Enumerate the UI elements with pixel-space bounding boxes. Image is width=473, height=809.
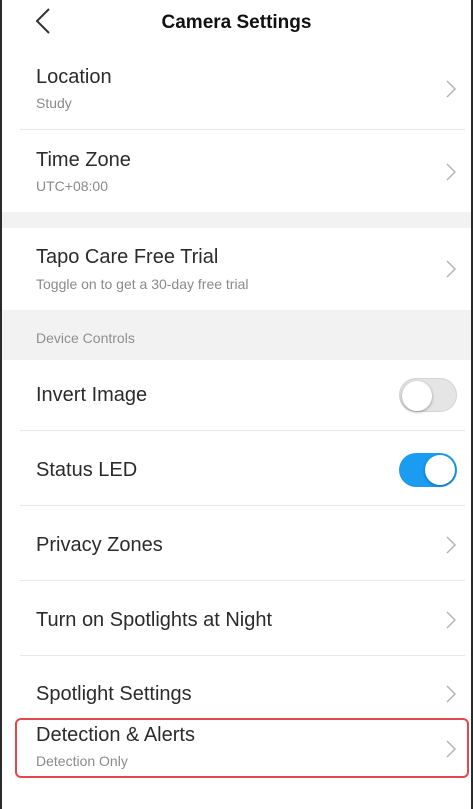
section-title-device-controls: Device Controls bbox=[36, 330, 135, 346]
status-led-label: Status LED bbox=[36, 459, 138, 481]
tapo-care-trial-row[interactable]: Tapo Care Free Trial Toggle on to get a … bbox=[0, 228, 473, 310]
chevron-right-icon bbox=[446, 536, 457, 554]
location-value: Study bbox=[36, 95, 72, 111]
privacy-zones-label: Privacy Zones bbox=[36, 534, 163, 556]
screen: Camera Settings Location Study Time Zone… bbox=[0, 0, 473, 809]
spotlight-settings-label: Spotlight Settings bbox=[36, 683, 192, 705]
tapo-care-trial-label: Tapo Care Free Trial bbox=[36, 246, 219, 268]
section-header: Device Controls bbox=[0, 310, 473, 360]
spotlight-settings-row[interactable]: Spotlight Settings bbox=[0, 656, 473, 718]
section-spacer bbox=[0, 212, 473, 228]
chevron-right-icon bbox=[446, 611, 457, 629]
time-zone-label: Time Zone bbox=[36, 149, 131, 171]
chevron-right-icon bbox=[446, 685, 457, 703]
time-zone-value: UTC+08:00 bbox=[36, 178, 108, 194]
privacy-zones-row[interactable]: Privacy Zones bbox=[0, 506, 473, 580]
status-led-row: Status LED bbox=[0, 431, 473, 505]
spotlights-at-night-label: Turn on Spotlights at Night bbox=[36, 609, 273, 631]
tapo-care-trial-description: Toggle on to get a 30-day free trial bbox=[36, 276, 249, 292]
location-label: Location bbox=[36, 66, 112, 88]
header: Camera Settings bbox=[0, 0, 473, 46]
invert-image-row: Invert Image bbox=[0, 360, 473, 430]
invert-image-toggle[interactable] bbox=[399, 378, 457, 412]
selection-highlight bbox=[15, 718, 469, 778]
toggle-knob bbox=[425, 455, 455, 485]
chevron-right-icon bbox=[446, 80, 457, 98]
time-zone-row[interactable]: Time Zone UTC+08:00 bbox=[0, 130, 473, 212]
status-led-toggle[interactable] bbox=[399, 453, 457, 487]
spotlights-at-night-row[interactable]: Turn on Spotlights at Night bbox=[0, 581, 473, 655]
page-title: Camera Settings bbox=[161, 12, 312, 33]
chevron-right-icon bbox=[446, 163, 457, 181]
chevron-right-icon bbox=[446, 260, 457, 278]
location-row[interactable]: Location Study bbox=[0, 46, 473, 129]
invert-image-label: Invert Image bbox=[36, 384, 148, 406]
toggle-knob bbox=[402, 381, 432, 411]
frame-border-left bbox=[0, 0, 2, 809]
